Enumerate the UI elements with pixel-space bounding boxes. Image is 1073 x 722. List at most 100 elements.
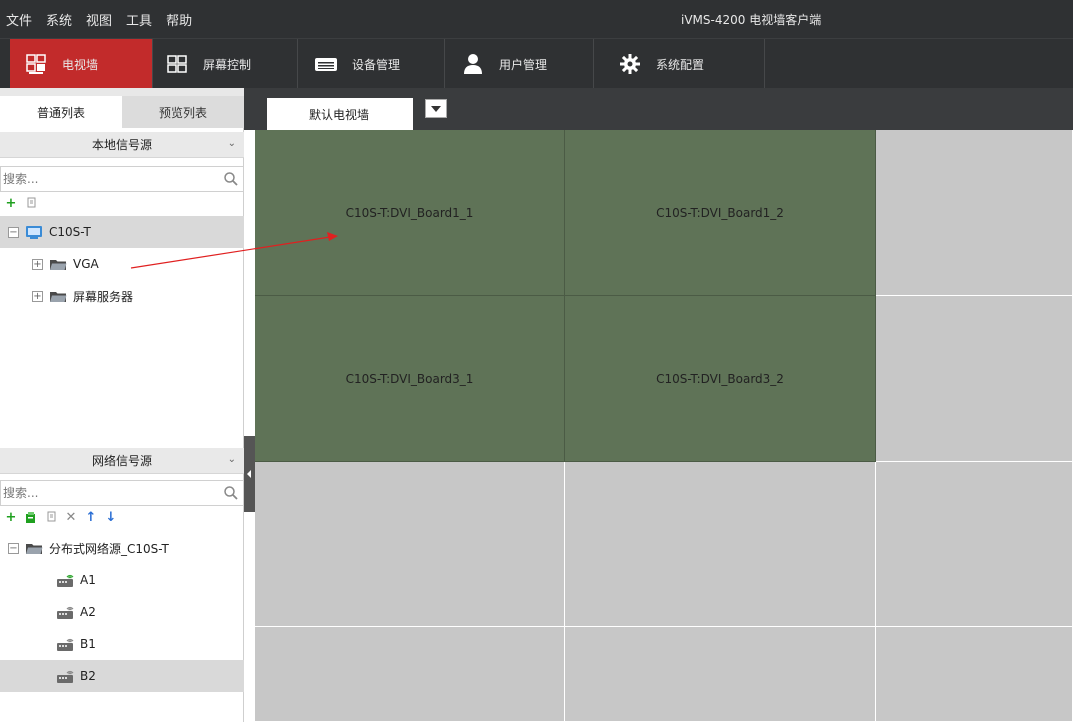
tab-user-management[interactable]: 用户管理	[445, 39, 593, 89]
cell-label: C10S-T:DVI_Board1_2	[656, 205, 784, 220]
toolbar-divider	[764, 39, 765, 89]
wall-cell[interactable]	[876, 627, 1073, 722]
tree-node-network-root[interactable]: − 分布式网络源_C10S-T	[0, 532, 244, 564]
wall-cell[interactable]	[255, 627, 565, 722]
tree-node-label: A1	[80, 573, 96, 587]
wall-cell[interactable]	[565, 462, 876, 627]
tree-node-label: 分布式网络源_C10S-T	[49, 541, 169, 556]
tab-video-wall-label: 电视墙	[62, 57, 99, 72]
add-icon[interactable]: +	[4, 196, 18, 211]
gear-icon	[618, 52, 642, 76]
local-actions: +	[4, 194, 38, 212]
tab-system-config[interactable]: 系统配置	[594, 39, 764, 89]
tab-system-config-label: 系统配置	[656, 57, 705, 72]
menu-file[interactable]: 文件	[6, 10, 32, 29]
menu-tools[interactable]: 工具	[126, 10, 152, 29]
tab-device-management[interactable]: 设备管理	[298, 39, 444, 89]
tab-normal-list[interactable]: 普通列表	[0, 96, 122, 128]
tree-node-label: 屏幕服务器	[73, 289, 134, 304]
delete-icon[interactable]: ✕	[64, 510, 78, 525]
tab-screen-control[interactable]: 屏幕控制	[153, 39, 297, 89]
menu-bar: 文件 系统 视图 工具 帮助 iVMS-4200 电视墙客户端	[0, 0, 1073, 38]
wall-cell[interactable]: C10S-T:DVI_Board3_2	[565, 296, 876, 462]
tab-screen-control-label: 屏幕控制	[203, 57, 252, 72]
move-down-icon[interactable]: ↓	[104, 510, 118, 525]
encoder-icon	[56, 636, 74, 652]
local-source-title: 本地信号源	[91, 138, 152, 152]
wall-cell[interactable]	[876, 130, 1073, 296]
local-source-header[interactable]: 本地信号源 ⌄	[0, 132, 244, 158]
tree-node-c10s-t[interactable]: − C10S-T	[0, 216, 244, 248]
network-search	[0, 480, 244, 506]
main-toolbar: 电视墙 屏幕控制 设备管理 用户管理 系统配置	[0, 38, 1073, 89]
tree-node-label: VGA	[73, 257, 99, 271]
import-icon[interactable]	[24, 510, 38, 524]
chevron-down-icon[interactable]: ⌄	[228, 454, 236, 465]
search-icon[interactable]	[223, 171, 239, 187]
network-source-title: 网络信号源	[91, 454, 152, 468]
network-search-input[interactable]	[3, 483, 213, 503]
tree-node-vga[interactable]: + VGA	[0, 248, 244, 280]
collapse-toggle[interactable]: −	[8, 542, 19, 554]
expand-toggle[interactable]: +	[32, 290, 43, 302]
chevron-down-icon[interactable]: ⌄	[228, 138, 236, 149]
tree-node-a1[interactable]: A1	[0, 564, 244, 596]
menu-help[interactable]: 帮助	[166, 10, 192, 29]
tree-node-b1[interactable]: B1	[0, 628, 244, 660]
panel-collapse-handle[interactable]	[244, 436, 255, 512]
tree-node-label: B2	[80, 669, 96, 683]
local-search	[0, 166, 244, 192]
tree-node-label: C10S-T	[49, 225, 91, 239]
wall-cell[interactable]	[565, 627, 876, 722]
expand-toggle[interactable]: +	[32, 258, 43, 270]
collapse-toggle[interactable]: −	[8, 226, 19, 238]
tree-node-screen-server[interactable]: + 屏幕服务器	[0, 280, 244, 312]
app-title: iVMS-4200 电视墙客户端	[681, 13, 822, 27]
cell-label: C10S-T:DVI_Board3_2	[656, 371, 784, 386]
dropdown-arrow-icon	[431, 105, 441, 112]
wall-tab-bar: 默认电视墙	[244, 88, 1073, 130]
wall-cell[interactable]: C10S-T:DVI_Board1_2	[565, 130, 876, 296]
menu-items: 文件 系统 视图 工具 帮助	[0, 0, 206, 38]
tab-preview-list[interactable]: 预览列表	[122, 96, 244, 128]
copy-icon[interactable]	[24, 196, 38, 210]
tree-node-b2[interactable]: B2	[0, 660, 244, 692]
wall-cell[interactable]: C10S-T:DVI_Board1_1	[255, 130, 565, 296]
menu-view[interactable]: 视图	[86, 10, 112, 29]
network-source-header[interactable]: 网络信号源 ⌄	[0, 448, 244, 474]
wall-cell[interactable]: C10S-T:DVI_Board3_1	[255, 296, 565, 462]
search-icon[interactable]	[223, 485, 239, 501]
video-wall-icon	[24, 52, 48, 76]
user-icon	[461, 52, 485, 76]
list-tabs: 普通列表 预览列表	[0, 88, 244, 128]
cell-label: C10S-T:DVI_Board3_1	[345, 371, 474, 386]
tree-node-a2[interactable]: A2	[0, 596, 244, 628]
tree-node-label: B1	[80, 637, 96, 651]
tab-default-wall[interactable]: 默认电视墙	[267, 98, 413, 130]
encoder-icon	[56, 668, 74, 684]
folder-icon	[49, 258, 67, 271]
tab-user-management-label: 用户管理	[499, 57, 548, 72]
local-search-input[interactable]	[3, 169, 213, 189]
wall-cell[interactable]	[255, 462, 565, 627]
wall-cell[interactable]	[876, 296, 1073, 462]
left-panel: 普通列表 预览列表 本地信号源 ⌄ + − C10S-T + VGA +	[0, 88, 244, 722]
tab-device-management-label: 设备管理	[352, 57, 401, 72]
add-icon[interactable]: +	[4, 510, 18, 525]
encoder-icon	[56, 572, 74, 588]
wall-cell[interactable]	[876, 462, 1073, 627]
cell-label: C10S-T:DVI_Board1_1	[345, 205, 474, 220]
network-actions: + ✕ ↑ ↓	[4, 508, 118, 526]
tree-node-label: A2	[80, 605, 96, 619]
folder-icon	[25, 542, 43, 555]
tab-video-wall[interactable]: 电视墙	[10, 39, 152, 89]
menu-system[interactable]: 系统	[46, 10, 72, 29]
copy-icon[interactable]	[44, 510, 58, 524]
move-up-icon[interactable]: ↑	[84, 510, 98, 525]
device-node-icon	[25, 224, 43, 240]
wall-dropdown-button[interactable]	[425, 99, 447, 118]
screen-grid-icon	[165, 52, 189, 76]
collapse-arrow-icon	[247, 470, 251, 478]
encoder-icon	[56, 604, 74, 620]
folder-icon	[49, 290, 67, 303]
